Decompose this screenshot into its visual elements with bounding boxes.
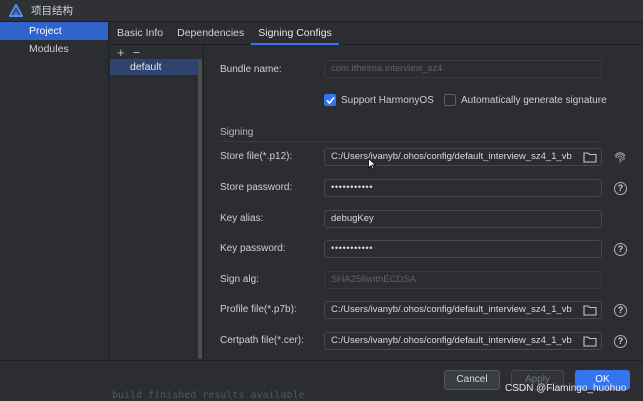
signing-section-title: Signing [220, 127, 254, 138]
config-list-scrollbar[interactable] [198, 59, 202, 359]
folder-icon[interactable] [583, 335, 597, 347]
auto-sign-checkbox[interactable] [444, 94, 456, 106]
key-alias-field[interactable]: debugKey [324, 210, 602, 228]
app-logo-icon [9, 3, 23, 17]
dialog-button-bar: build finished results available Cancel … [0, 360, 643, 401]
folder-icon[interactable] [583, 151, 597, 163]
support-harmonyos-label: Support HarmonyOS [341, 94, 434, 106]
background-console-text: build finished results available [112, 390, 305, 401]
sign-alg-field: SHA256withECDSA [324, 271, 602, 289]
support-harmonyos-option[interactable]: Support HarmonyOS [324, 94, 434, 106]
remove-config-button[interactable]: − [133, 45, 141, 60]
tab-bar: Basic Info Dependencies Signing Configs [110, 22, 643, 45]
help-icon[interactable]: ? [614, 243, 627, 256]
profile-file-value: C:/Users/ivanyb/.ohos/config/default_int… [331, 304, 572, 315]
config-item-default[interactable]: default [110, 59, 200, 75]
store-file-field[interactable]: C:/Users/ivanyb/.ohos/config/default_int… [324, 148, 602, 166]
help-icon[interactable]: ? [614, 182, 627, 195]
auto-sign-option[interactable]: Automatically generate signature [444, 94, 607, 106]
section-divider [220, 141, 600, 142]
key-password-label: Key password: [220, 243, 286, 254]
tab-signing-configs[interactable]: Signing Configs [251, 22, 339, 45]
folder-icon[interactable] [583, 304, 597, 316]
help-icon[interactable]: ? [614, 335, 627, 348]
nav-item-modules[interactable]: Modules [0, 40, 108, 58]
checkmark-icon [325, 96, 335, 104]
add-config-button[interactable]: + [117, 45, 125, 60]
certpath-file-value: C:/Users/ivanyb/.ohos/config/default_int… [331, 335, 572, 346]
profile-file-field[interactable]: C:/Users/ivanyb/.ohos/config/default_int… [324, 301, 602, 319]
title-bar: 项目结构 [0, 0, 643, 22]
config-toolbar: + − [110, 45, 203, 60]
fingerprint-icon[interactable] [613, 151, 627, 165]
store-password-label: Store password: [220, 182, 293, 193]
support-harmonyos-checkbox[interactable] [324, 94, 336, 106]
tab-dependencies[interactable]: Dependencies [170, 22, 251, 44]
signing-form: Bundle name: com.itheima.interview_sz4 S… [205, 45, 643, 360]
signing-config-list: + − default [110, 45, 204, 360]
watermark: CSDN @Flamingo_huohuo [505, 383, 627, 394]
sign-alg-label: Sign alg: [220, 274, 259, 285]
key-alias-label: Key alias: [220, 213, 264, 224]
key-password-field[interactable]: ••••••••••• [324, 240, 602, 258]
window-title: 项目结构 [31, 5, 73, 17]
store-password-field[interactable]: ••••••••••• [324, 179, 602, 197]
tab-basic-info[interactable]: Basic Info [110, 22, 170, 44]
bundle-name-field: com.itheima.interview_sz4 [324, 60, 602, 78]
certpath-file-field[interactable]: C:/Users/ivanyb/.ohos/config/default_int… [324, 332, 602, 350]
profile-file-label: Profile file(*.p7b): [220, 304, 297, 315]
help-icon[interactable]: ? [614, 304, 627, 317]
cancel-button[interactable]: Cancel [444, 370, 500, 390]
left-nav: Project Modules [0, 22, 109, 360]
nav-item-project[interactable]: Project [0, 22, 108, 40]
store-file-label: Store file(*.p12): [220, 151, 293, 162]
mouse-cursor-icon [368, 158, 376, 170]
auto-sign-label: Automatically generate signature [461, 94, 607, 106]
bundle-name-label: Bundle name: [220, 64, 282, 75]
certpath-file-label: Certpath file(*.cer): [220, 335, 304, 346]
